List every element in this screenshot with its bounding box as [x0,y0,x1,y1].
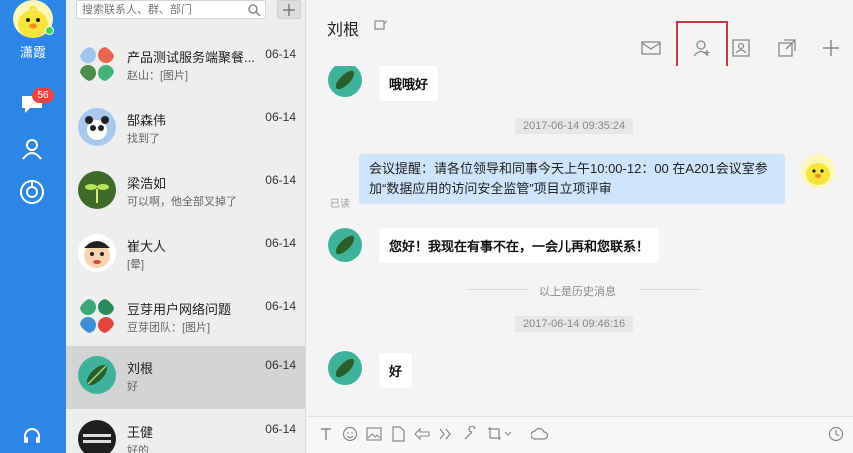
profile-card-icon [732,39,750,57]
unread-badge: 56 [32,88,54,103]
mail-icon [641,41,661,55]
text-avatar [78,420,116,453]
conversation-name: 梁浩如 [127,176,167,191]
conversation-time: 06-14 [265,299,296,313]
search-box[interactable] [76,0,266,19]
conversation-item[interactable]: 崔大人 06-14 [晕] [66,224,306,287]
conversation-preview: [晕] [127,259,145,271]
popout-icon [778,39,796,57]
popout-button[interactable] [774,35,800,61]
contact-avatar[interactable] [328,66,362,97]
tool-icon[interactable] [461,425,479,443]
plus-icon [283,3,295,16]
my-avatar[interactable] [801,154,835,188]
conversation-time: 06-14 [265,236,296,250]
contact-avatar[interactable] [328,351,362,385]
search-icon[interactable] [247,3,261,17]
message-bubble[interactable]: 哦哦好 [379,66,439,101]
profile-button[interactable] [728,35,754,61]
conversation-item[interactable]: 郜森伟 06-14 找到了 [66,98,306,161]
conversation-item-active[interactable]: 刘根 06-14 好 [66,346,306,409]
conversation-time: 06-14 [265,358,296,372]
conversation-preview: 赵山：[图片] [127,70,189,82]
sprout-avatar [78,171,116,209]
my-message-bubble[interactable]: 会议提醒：请各位领导和同事今天上午10:00-12：00 在A201会议室参加“… [359,154,785,204]
conversation-name: 郜森伟 [127,113,167,128]
history-icon[interactable] [827,425,845,443]
contacts-icon[interactable] [16,135,48,163]
conversation-item[interactable]: 产品测试服务端聚餐... 06-14 赵山：[图片] [66,35,306,98]
conversation-preview: 找到了 [127,133,160,145]
conversation-name: 王健 [127,425,154,440]
wave-icon[interactable] [437,425,455,443]
conversation-name: 崔大人 [127,239,167,254]
user-name: 潇霞 [19,45,46,60]
conversation-time: 06-14 [265,173,296,187]
apps-icon[interactable] [16,178,48,206]
group-avatar [78,297,116,335]
chat-header: 刘根 [307,0,853,75]
conversation-item[interactable]: 豆芽用户网络问题 06-14 豆芽团队：[图片] [66,287,306,350]
image-icon[interactable] [365,425,383,443]
leaf-avatar [78,356,116,394]
group-avatar [78,45,116,83]
message-bubble[interactable]: 好 [379,353,413,388]
add-button[interactable] [277,0,301,19]
conversation-time: 06-14 [265,110,296,124]
shake-icon[interactable] [413,425,431,443]
read-status: 已读 [330,199,350,210]
message-bubble[interactable]: 您好！我现在有事不在，一会儿再和您联系！ [379,228,660,263]
message-timestamp: 2017-06-14 09:35:24 [515,118,634,134]
conversation-preview: 豆芽团队：[图片] [127,322,211,334]
message-timestamp: 2017-06-14 09:46:16 [515,316,634,332]
main-nav: 潇霞 56 [0,0,66,453]
screenshot-icon[interactable] [485,425,513,443]
conversation-name: 产品测试服务端聚餐... [127,50,255,65]
add-member-icon [693,40,710,57]
font-icon[interactable] [317,425,335,443]
panda-avatar [78,108,116,146]
history-divider-line [639,289,701,290]
conversation-item[interactable]: 王健 06-14 好的 [66,410,306,453]
emoji-icon[interactable] [341,425,359,443]
chat-title: 刘根 [327,22,360,39]
conversation-preview: 可以啊，他全部叉掉了 [127,196,237,208]
conversation-item[interactable]: 梁浩如 06-14 可以啊，他全部叉掉了 [66,161,306,224]
conversation-name: 豆芽用户网络问题 [127,302,232,317]
plus-icon [823,40,839,56]
input-toolbar [307,416,853,453]
conversation-time: 06-14 [265,47,296,61]
conversation-name: 刘根 [127,361,154,376]
search-input[interactable] [82,2,242,18]
message-area[interactable]: 哦哦好 2017-06-14 09:35:24 会议提醒：请各位领导和同事今天上… [307,66,853,416]
mail-button[interactable] [638,35,664,61]
history-divider-text: 以上是历史消息 [539,286,616,298]
cloud-icon[interactable] [531,425,549,443]
contact-avatar[interactable] [328,228,362,262]
online-status-dot [45,26,54,35]
more-button[interactable] [818,35,844,61]
cartoon-avatar [78,234,116,272]
conversation-preview: 好 [127,381,138,393]
conversation-time: 06-14 [265,422,296,436]
headset-icon[interactable] [16,422,48,450]
conversation-preview: 好的 [127,445,149,453]
edit-icon[interactable] [374,19,388,31]
file-icon[interactable] [389,425,407,443]
history-divider-line [467,289,529,290]
